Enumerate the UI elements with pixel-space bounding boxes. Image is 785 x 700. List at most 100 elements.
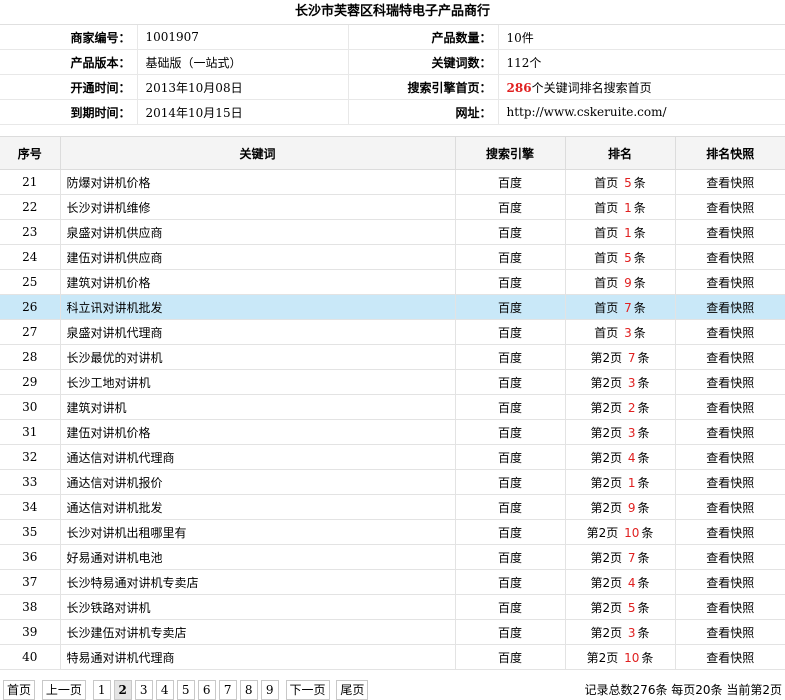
row-snapshot-link[interactable]: 查看快照 — [675, 644, 785, 670]
row-engine: 百度 — [455, 419, 566, 445]
row-snapshot-link[interactable]: 查看快照 — [675, 444, 785, 470]
row-snapshot-link[interactable]: 查看快照 — [675, 344, 785, 370]
header-engine: 搜索引擎 — [455, 136, 566, 170]
row-keyword: 长沙建伍对讲机专卖店 — [60, 619, 456, 645]
row-snapshot-link[interactable]: 查看快照 — [675, 169, 785, 195]
row-snapshot-link[interactable]: 查看快照 — [675, 419, 785, 445]
page-number-button[interactable]: 1 — [92, 680, 111, 700]
se-home-label: 搜索引擎首页： — [348, 74, 498, 100]
rank-page: 第2页 — [590, 625, 623, 640]
page-number-button[interactable]: 3 — [134, 680, 153, 700]
page-number-button[interactable]: 6 — [197, 680, 216, 700]
page-number-button[interactable]: 4 — [155, 680, 174, 700]
row-engine: 百度 — [455, 394, 566, 420]
merchant-no-value: 1001907 — [136, 25, 349, 50]
table-row: 32 通达信对讲机代理商 百度 第2页 4 条查看快照 — [0, 444, 785, 470]
row-snapshot-link[interactable]: 查看快照 — [675, 244, 785, 270]
page-number-button[interactable]: 9 — [260, 680, 279, 700]
row-rank: 第2页 10 条 — [565, 644, 676, 670]
row-number: 32 — [0, 444, 61, 470]
row-engine: 百度 — [455, 194, 566, 220]
rank-count: 3 — [627, 375, 636, 390]
table-row: 25 建筑对讲机价格 百度 首页 9 条查看快照 — [0, 269, 785, 295]
prev-page-button[interactable]: 上一页 — [41, 680, 86, 700]
page-number-button[interactable]: 5 — [176, 680, 195, 700]
row-rank: 第2页 7条 — [565, 344, 676, 370]
next-page-button[interactable]: 下一页 — [285, 680, 330, 700]
row-rank: 首页 7条 — [565, 294, 676, 320]
row-keyword: 建伍对讲机价格 — [60, 419, 456, 445]
rank-unit: 条 — [633, 200, 646, 215]
page-number-button[interactable]: 2 — [113, 680, 132, 700]
row-rank: 首页 5条 — [565, 244, 676, 270]
row-rank: 第2页 1条 — [565, 469, 676, 495]
header-no: 序号 — [0, 136, 61, 170]
table-row: 34 通达信对讲机批发 百度 第2页 9 条查看快照 — [0, 494, 785, 520]
row-snapshot-link[interactable]: 查看快照 — [675, 519, 785, 545]
version-label: 产品版本： — [0, 49, 137, 75]
row-snapshot-link[interactable]: 查看快照 — [675, 544, 785, 570]
rank-page: 第2页 — [590, 475, 623, 490]
rank-page: 第2页 — [586, 525, 619, 540]
row-number: 31 — [0, 419, 61, 445]
row-engine: 百度 — [455, 269, 566, 295]
row-rank: 第2页 3条 — [565, 369, 676, 395]
page-title: 长沙市芙蓉区科瑞特电子产品商行 — [0, 0, 785, 25]
row-snapshot-link[interactable]: 查看快照 — [675, 494, 785, 520]
page-number-button[interactable]: 8 — [239, 680, 258, 700]
row-number: 37 — [0, 569, 61, 595]
rank-count: 5 — [627, 600, 636, 615]
row-snapshot-link[interactable]: 查看快照 — [675, 369, 785, 395]
first-page-button[interactable]: 首页 — [3, 680, 36, 700]
rank-page: 首页 — [594, 250, 619, 265]
row-snapshot-link[interactable]: 查看快照 — [675, 619, 785, 645]
row-keyword: 防爆对讲机价格 — [60, 169, 456, 195]
keyword-ranking-table: 序号 关键词 搜索引擎 排名 排名快照 21 防爆对讲机价格 百度 首页 5 条查看快照… — [0, 136, 785, 670]
table-row: 27 泉盛对讲机代理商 百度 首页 3 条查看快照 — [0, 319, 785, 345]
se-home-value: 286个关键词排名搜索首页 — [497, 74, 785, 100]
row-number: 21 — [0, 169, 61, 195]
page-number-button[interactable]: 7 — [218, 680, 237, 700]
row-snapshot-link[interactable]: 查看快照 — [675, 319, 785, 345]
row-keyword: 长沙最优的对讲机 — [60, 344, 456, 370]
row-snapshot-link[interactable]: 查看快照 — [675, 294, 785, 320]
rank-page: 第2页 — [590, 450, 623, 465]
rank-count: 5 — [624, 250, 632, 265]
row-snapshot-link[interactable]: 查看快照 — [675, 194, 785, 220]
website-link[interactable]: http://www.cskeruite.com/ — [497, 99, 785, 125]
rank-page: 第2页 — [590, 400, 623, 415]
rank-page: 第2页 — [590, 375, 623, 390]
table-row: 21 防爆对讲机价格 百度 首页 5 条查看快照 — [0, 169, 785, 195]
row-snapshot-link[interactable]: 查看快照 — [675, 469, 785, 495]
table-row: 28 长沙最优的对讲机 百度 第2页 7 条查看快照 — [0, 344, 785, 370]
rank-count: 9 — [624, 275, 632, 290]
row-number: 34 — [0, 494, 61, 520]
row-rank: 第2页 4条 — [565, 569, 676, 595]
row-engine: 百度 — [455, 369, 566, 395]
table-row: 38 长沙铁路对讲机 百度 第2页 5 条查看快照 — [0, 594, 785, 620]
rank-unit: 条 — [637, 625, 650, 640]
row-number: 38 — [0, 594, 61, 620]
keyword-count-label: 关键词数： — [348, 49, 498, 75]
row-snapshot-link[interactable]: 查看快照 — [675, 394, 785, 420]
row-snapshot-link[interactable]: 查看快照 — [675, 269, 785, 295]
row-snapshot-link[interactable]: 查看快照 — [675, 569, 785, 595]
last-page-button[interactable]: 尾页 — [336, 680, 369, 700]
row-engine: 百度 — [455, 169, 566, 195]
merchant-no-label: 商家编号： — [0, 25, 137, 50]
table-row: 26 科立讯对讲机批发 百度 首页 7 条查看快照 — [0, 294, 785, 320]
rank-count: 10 — [624, 525, 640, 540]
row-snapshot-link[interactable]: 查看快照 — [675, 594, 785, 620]
rank-unit: 条 — [641, 525, 654, 540]
row-snapshot-link[interactable]: 查看快照 — [675, 219, 785, 245]
rank-page: 第2页 — [590, 600, 623, 615]
row-keyword: 建伍对讲机供应商 — [60, 244, 456, 270]
rank-page: 第2页 — [590, 500, 623, 515]
row-keyword: 通达信对讲机代理商 — [60, 444, 456, 470]
rank-page: 第2页 — [590, 425, 623, 440]
row-engine: 百度 — [455, 594, 566, 620]
rank-count: 3 — [624, 325, 632, 340]
row-engine: 百度 — [455, 519, 566, 545]
table-row: 33 通达信对讲机报价 百度 第2页 1 条查看快照 — [0, 469, 785, 495]
rank-count: 9 — [627, 500, 636, 515]
